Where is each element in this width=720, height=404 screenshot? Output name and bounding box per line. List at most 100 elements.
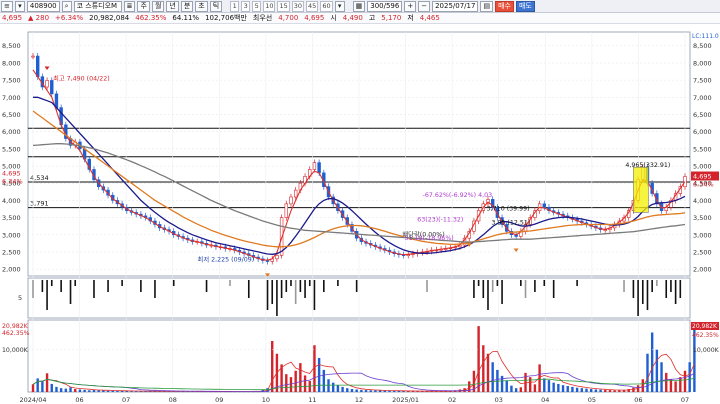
view-week-button[interactable]: 주 [137,0,150,12]
stock-name-field[interactable]: 코 스튜디오M [73,0,122,12]
view-second-button[interactable]: 초 [195,0,208,12]
volume-bar [271,341,274,392]
view-year-button[interactable]: 년 [166,0,179,12]
menu-icon[interactable]: ≡ [1,0,13,12]
y-tick-label-right: 7,500 [693,77,712,85]
price-change: ▲ 280 [28,14,50,22]
period-30[interactable]: 30 [291,0,305,12]
sell-button[interactable]: 매도 [515,0,535,12]
volume-bar [543,378,546,392]
candle [284,203,288,218]
buy-button[interactable]: 매수 [495,0,514,12]
volume-bar [669,379,673,392]
volume-bar [317,358,321,392]
volume-bar [294,370,297,392]
open-label: 시 [330,14,337,22]
indicator-bar [501,280,503,304]
x-tick-label: 04 [541,396,549,404]
date-field[interactable]: 2025/07/17 [432,0,479,12]
volume-bar [655,349,659,392]
current-change-tag: 6.34% [693,181,714,189]
candle [289,196,293,205]
indicator-bar [290,280,292,286]
stock-code-input[interactable]: 408900 [26,0,60,12]
y-tick-label: 6,000 [2,128,21,136]
indicator-bar [229,280,231,286]
volume-tag-text: 20,982K [692,323,718,330]
view-tick-button[interactable]: 틱 [209,0,223,12]
volume-bar [41,380,44,392]
volume-bar [491,362,494,392]
indicator-bar [679,280,682,298]
indicator-bar [323,280,325,292]
view-minute-button[interactable]: 분 [180,0,194,12]
volume-bar [505,380,508,392]
indicator-bar [496,280,499,286]
volume-bar [74,389,77,392]
volume-bar [336,385,340,392]
volume-bar [360,389,363,392]
indicator-bar [299,280,302,292]
indicator-bar [534,280,536,292]
low-label: 저 [407,14,414,22]
period-10[interactable]: 10 [263,0,276,12]
period-60[interactable]: 60 [320,0,333,12]
volume-bar [557,383,560,392]
volume-bar [552,382,555,392]
indicator-bar [294,280,297,304]
y-tick-label-right: 2,500 [693,248,712,256]
turnover: 64.11% [172,14,200,22]
indicator-bar [41,280,44,292]
volume-bar [285,374,288,392]
period-15[interactable]: 15 [277,0,290,12]
y-tick-label-right: 3,500 [693,214,712,222]
zoom-in-icon[interactable]: + [404,0,417,12]
x-tick-label: 2025/01 [392,396,419,404]
volume-tick: 10,000K [2,347,29,354]
y-tick-label-right: 4,000 [693,197,712,205]
volume-bar [355,389,358,392]
candle [45,80,49,88]
chevron-down-icon[interactable]: ▾ [14,0,25,12]
grid-icon[interactable]: ▦ [352,0,366,12]
volume-bar [688,362,691,392]
y-tick-label-right: 5,500 [693,145,712,153]
chart-annotation: 배당락(0.00%) [402,229,444,238]
view-month-button[interactable]: 월 [151,0,165,12]
y-tick-label: 7,500 [2,77,21,85]
zoom-out-icon[interactable]: − [418,0,431,12]
quote-bar: 4,695 ▲ 280 +6.34% 20,982,084 462.35% 64… [0,13,720,24]
volume-bar [477,326,480,392]
chart-annotation: 63(23)(-11.32) [417,217,463,224]
indicator-bar [482,280,485,298]
y-tick-label-right: 2,000 [693,266,712,274]
period-1[interactable]: 1 [230,0,240,12]
period-45[interactable]: 45 [306,0,319,12]
volume-bar [55,386,58,392]
indicator-bar [477,280,480,286]
candle [312,162,317,170]
calendar-icon[interactable]: ▤ [480,0,494,12]
compare-button[interactable]: ≣ [123,0,136,12]
indicator-bar [656,280,658,286]
volume-bar [59,388,63,392]
indicator-tick: 5 [18,294,22,302]
indicator-bar [665,280,668,298]
period-more-button[interactable]: ▾ [334,0,345,12]
count-field[interactable]: 300/596 [367,0,403,12]
volume-bar [566,386,569,392]
candle [275,255,279,260]
indicator-bar [641,280,644,304]
stock-chart[interactable]: 8,500 8,500 8,000 8,000 7,500 7,500 7,000 7,000… [0,24,720,404]
volume-bar [303,375,307,392]
indicator-bar [247,280,250,298]
search-icon[interactable]: ⌕ [61,0,72,12]
volume-bar [322,369,326,392]
low-value: 4,465 [419,14,440,22]
indicator-bar [285,280,288,292]
period-3[interactable]: 3 [241,0,251,12]
indicator-bar [280,280,283,298]
volume-bar [78,389,82,392]
period-5[interactable]: 5 [252,0,262,12]
volume-bar [332,382,335,392]
